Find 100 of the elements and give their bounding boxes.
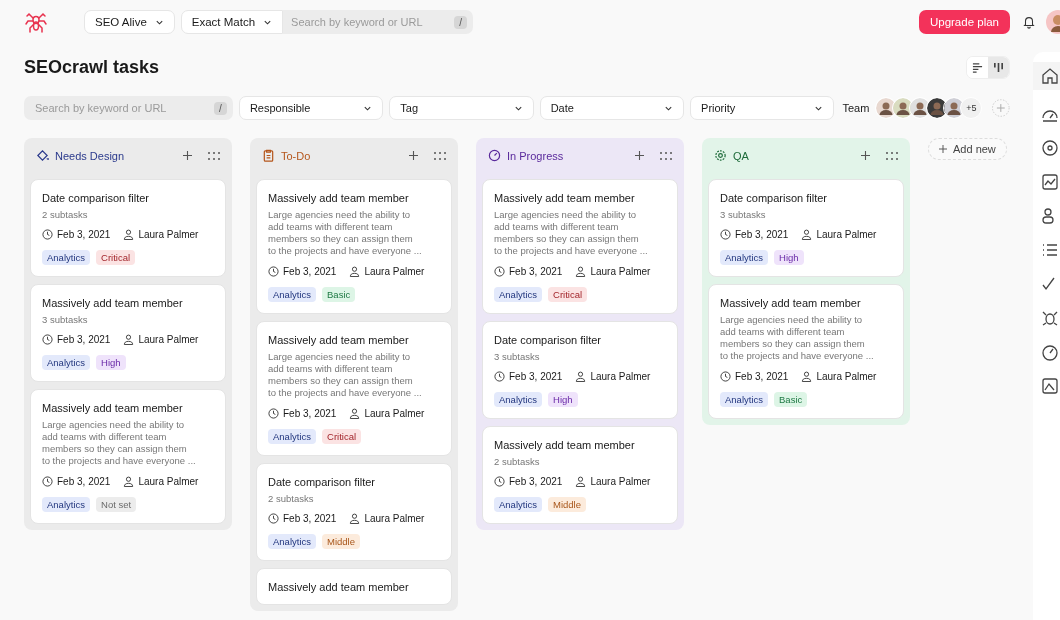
team-label: Team [842,102,870,114]
tag: Analytics [268,429,316,444]
task-card[interactable]: Massively add team member 3 subtasks Feb 3, 2021 Laura Palmer Analytics High [30,284,226,382]
add-icon[interactable] [409,151,418,160]
add-icon[interactable] [861,151,870,160]
due-date: Feb 3, 2021 [509,266,563,277]
search-input[interactable]: Search by keyword or URL [289,15,455,29]
bell-icon[interactable] [1022,15,1036,29]
drag-handle-icon[interactable] [886,151,898,160]
clock-icon [268,408,279,419]
filter-dropdown[interactable]: Priority [690,96,835,120]
task-card[interactable] [482,179,678,314]
assignee-name: Laura Palmer [816,229,877,240]
tag: Critical [322,429,362,444]
upgrade-button[interactable]: Upgrade plan [918,10,1010,34]
task-card[interactable] [30,389,226,524]
board-view-button[interactable] [988,56,1009,78]
column-title: In Progress [507,149,565,162]
add-icon[interactable] [635,151,644,160]
column-title: QA [733,149,750,162]
person-icon [349,266,361,277]
card-title: Date comparison filter [494,334,602,346]
tag: Basic [774,392,808,407]
shortcut-key: / [214,101,227,115]
card-description: Large agencies need the ability to add teams with different team members so they can assign them to the projects and have everyone ... [268,351,423,399]
task-card[interactable] [256,179,452,314]
task-card[interactable]: Massively add team member [256,568,452,605]
drag-handle-icon[interactable] [208,151,220,160]
due-date: Feb 3, 2021 [57,229,111,240]
home-icon[interactable] [1033,62,1060,90]
team-count[interactable]: +5 [960,97,983,119]
clock-icon [494,371,505,382]
clock-icon [42,334,53,345]
filter-dropdown[interactable]: Tag [389,96,534,120]
tag: Analytics [720,392,768,407]
card-title: Massively add team member [268,581,410,593]
clock-icon [268,513,279,524]
plus-icon [939,145,947,153]
task-card[interactable]: Date comparison filter 3 subtasks Feb 3, 2021 Laura Palmer Analytics High [708,179,904,277]
task-card[interactable] [708,284,904,419]
card-title: Massively add team member [720,297,862,309]
search-field[interactable]: Search by keyword or URL / [283,10,474,34]
search-field[interactable]: Search by keyword or URL / [24,96,233,120]
tag: Analytics [268,534,316,549]
person-icon [575,371,587,382]
assignee-name: Laura Palmer [138,334,199,345]
card-title: Massively add team member [494,439,636,451]
tag: Critical [548,287,588,302]
person-icon [801,371,813,382]
subtask-count: 3 subtasks [720,209,767,220]
task-card[interactable]: Date comparison filter 3 subtasks Feb 3, 2021 Laura Palmer Analytics High [482,321,678,419]
filter-dropdown[interactable]: Date [539,96,685,120]
card-title: Massively add team member [42,297,184,309]
tag: Analytics [42,497,90,512]
assignee-name: Laura Palmer [816,371,877,382]
subtask-count: 2 subtasks [268,493,315,504]
person-icon [349,513,361,524]
task-card[interactable] [256,321,452,456]
task-card[interactable]: Massively add team member 2 subtasks Feb 3, 2021 Laura Palmer Analytics Middle [482,426,678,524]
person-icon [123,476,135,487]
clock-icon [42,476,53,487]
clock-icon [494,476,505,487]
tag: Not set [96,497,137,512]
person-icon [575,266,587,277]
card-title: Massively add team member [494,192,636,204]
person-icon [801,229,813,240]
assignee-name: Laura Palmer [590,371,651,382]
due-date: Feb 3, 2021 [283,513,337,524]
column-title: To-Do [281,149,312,162]
spider-logo[interactable] [24,10,48,34]
add-icon[interactable] [183,151,192,160]
filter-dropdown[interactable]: Responsible [238,96,384,120]
add-column-button[interactable]: Add new [928,138,1007,160]
project-dropdown[interactable]: SEO Alive [84,10,175,34]
tag: Basic [322,287,356,302]
due-date: Feb 3, 2021 [283,408,337,419]
clock-icon [42,229,53,240]
person-icon [575,476,587,487]
card-title: Massively add team member [268,334,410,346]
due-date: Feb 3, 2021 [57,476,111,487]
clock-icon [720,229,731,240]
assignee-name: Laura Palmer [364,266,425,277]
task-card[interactable]: Date comparison filter 2 subtasks Feb 3, 2021 Laura Palmer Analytics Critical [30,179,226,277]
clock-icon [268,266,279,277]
drag-handle-icon[interactable] [434,151,446,160]
subtask-count: 3 subtasks [494,351,541,362]
drag-handle-icon[interactable] [660,151,672,160]
task-card[interactable]: Date comparison filter 2 subtasks Feb 3, 2021 Laura Palmer Analytics Middle [256,463,452,561]
tag: Critical [96,250,136,265]
tag: High [548,392,578,407]
tag: Analytics [720,250,768,265]
due-date: Feb 3, 2021 [57,334,111,345]
tag: Analytics [494,392,542,407]
due-date: Feb 3, 2021 [735,371,789,382]
search-input[interactable]: Search by keyword or URL [33,101,215,115]
person-icon [123,334,135,345]
match-mode-dropdown[interactable]: Exact Match [180,10,284,34]
tag: Analytics [268,287,316,302]
shortcut-key: / [454,15,468,29]
tag: Analytics [42,250,90,265]
